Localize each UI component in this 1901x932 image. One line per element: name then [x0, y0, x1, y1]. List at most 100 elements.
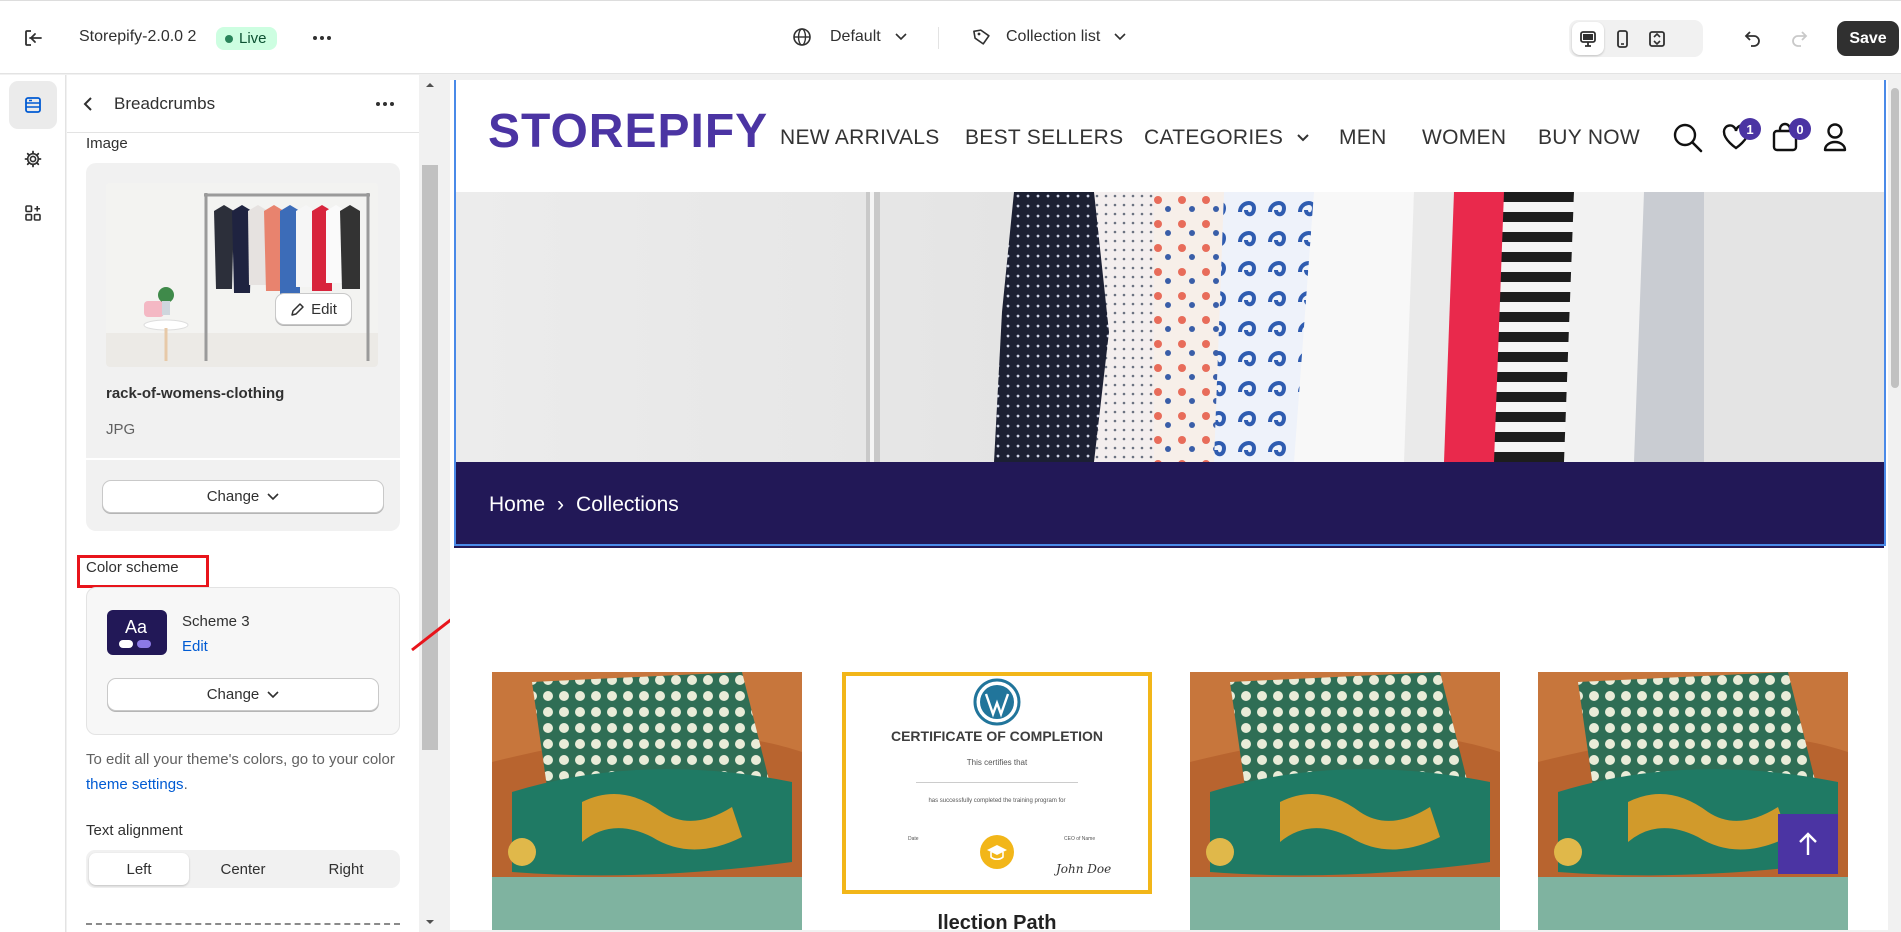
swatch-pill-purple	[137, 640, 151, 648]
topbar-divider	[938, 27, 939, 49]
text-alignment-group: Left Center Right	[86, 850, 400, 888]
apps-icon	[25, 205, 41, 221]
scheme-change-button[interactable]: Change	[107, 678, 379, 711]
globe-icon	[793, 28, 811, 46]
image-thumbnail[interactable]	[106, 183, 378, 367]
help-text-end: .	[183, 776, 188, 793]
certificate-title: CERTIFICATE OF COMPLETION	[890, 728, 1104, 744]
collection-card-4-image[interactable]	[1538, 672, 1848, 930]
swatch-pill-white	[119, 640, 133, 648]
image-picker-card: Edit rack-of-womens-clothing JPG Change	[86, 163, 400, 531]
certificate-date-label: Date	[908, 836, 919, 842]
panel-more-button[interactable]	[375, 101, 395, 107]
account-user-icon[interactable]	[1822, 122, 1848, 152]
left-rail	[0, 75, 66, 932]
color-scheme-card: Aa Scheme 3 Edit Change	[86, 587, 400, 735]
align-center-label: Center	[220, 860, 266, 878]
preview-scrollbar-thumb[interactable]	[1891, 88, 1899, 388]
align-right-label: Right	[328, 860, 364, 878]
preview-scrollbar[interactable]	[1888, 80, 1901, 932]
scheme-swatch-text: Aa	[125, 617, 148, 637]
image-edit-button[interactable]: Edit	[275, 293, 352, 325]
help-text: To edit all your theme's colors, go to y…	[86, 751, 395, 768]
collection-card-1-image[interactable]	[492, 672, 802, 930]
image-card-divider	[86, 458, 400, 460]
live-dot-icon	[225, 34, 233, 43]
nav-new-arrivals[interactable]: NEW ARRIVALS	[780, 126, 940, 150]
store-name: Storepify-2.0.0 2	[79, 28, 197, 45]
scroll-to-top-button[interactable]	[1778, 814, 1838, 874]
image-change-button[interactable]: Change	[102, 480, 384, 513]
section-divider	[86, 923, 400, 925]
nav-buy-now[interactable]: BUY NOW	[1538, 126, 1640, 150]
certificate-line-1: This certifies that	[966, 758, 1028, 767]
store-header: STOREPIFY NEW ARRIVALS BEST SELLERS CATE…	[450, 80, 1890, 192]
collection-card-2-image[interactable]: CERTIFICATE OF COMPLETION This certifies…	[842, 672, 1152, 894]
panel-scrollbar-thumb[interactable]	[422, 165, 438, 750]
scroll-up-arrow-icon	[426, 83, 434, 87]
panel-header: Breadcrumbs	[67, 75, 419, 133]
save-button[interactable]: Save	[1837, 21, 1899, 56]
more-horizontal-icon	[376, 102, 394, 106]
nav-women[interactable]: WOMEN	[1422, 126, 1506, 150]
store-search-icon[interactable]	[1673, 123, 1703, 153]
preview-canvas: STOREPIFY NEW ARRIVALS BEST SELLERS CATE…	[450, 80, 1890, 930]
certificate-name-line	[916, 782, 1078, 783]
scheme-edit-link[interactable]: Edit	[182, 638, 208, 655]
tag-icon	[973, 29, 990, 45]
arrow-up-icon	[1799, 832, 1817, 855]
template-select[interactable]: Collection list	[972, 27, 1126, 47]
template-select-label: Collection list	[1006, 28, 1101, 45]
redo-icon	[1792, 31, 1808, 47]
desktop-view-button[interactable]	[1572, 22, 1604, 55]
theme-settings-link[interactable]: theme settings	[86, 776, 184, 793]
chevron-down-icon	[895, 33, 907, 41]
scroll-down-arrow-icon	[426, 920, 434, 924]
panel-title: Breadcrumbs	[114, 94, 216, 113]
hero-banner-image	[454, 192, 1884, 462]
certificate-role-label: CEO of Name	[1064, 836, 1096, 842]
sections-nav-button[interactable]	[9, 81, 57, 129]
back-button[interactable]	[83, 96, 93, 112]
panel-scrollbar[interactable]	[420, 75, 440, 932]
chevron-left-icon	[83, 97, 92, 111]
nav-categories[interactable]: CATEGORIES	[1144, 126, 1309, 150]
scheme-swatch[interactable]: Aa	[107, 610, 167, 655]
store-logo[interactable]: STOREPIFY	[488, 104, 768, 159]
wordpress-logo-icon	[973, 678, 1021, 726]
expand-icon	[1649, 30, 1665, 47]
align-right-option[interactable]: Right	[296, 853, 396, 885]
align-left-option[interactable]: Left	[89, 853, 189, 885]
apps-nav-button[interactable]	[9, 189, 57, 237]
graduation-seal-icon	[980, 835, 1014, 869]
image-label: Image	[86, 135, 128, 152]
breadcrumb-home-link[interactable]: Home	[489, 493, 545, 517]
cart-count-badge: 0	[1789, 118, 1811, 140]
color-help-text: To edit all your theme's colors, go to y…	[86, 747, 396, 797]
breadcrumb-current: Collections	[576, 493, 679, 516]
fullscreen-view-button[interactable]	[1641, 22, 1673, 55]
mobile-view-button[interactable]	[1606, 22, 1638, 55]
breadcrumb: Home › Collections	[454, 462, 1884, 548]
nav-men[interactable]: MEN	[1339, 126, 1387, 150]
collection-card-2-title[interactable]: llection Path	[842, 912, 1152, 930]
chevron-down-icon	[1297, 134, 1309, 142]
sections-icon	[25, 97, 41, 113]
align-center-option[interactable]: Center	[193, 853, 293, 885]
pencil-icon	[291, 302, 304, 316]
device-select[interactable]: Default	[792, 27, 907, 47]
nav-best-sellers[interactable]: BEST SELLERS	[965, 126, 1123, 150]
image-filetype: JPG	[106, 421, 136, 438]
redo-button[interactable]	[1789, 28, 1809, 48]
more-actions-button[interactable]	[312, 35, 332, 41]
exit-icon[interactable]	[22, 27, 44, 49]
gear-icon	[24, 150, 42, 168]
theme-settings-nav-button[interactable]	[9, 135, 57, 183]
view-mode-group	[1569, 20, 1703, 57]
collection-card-3-image[interactable]	[1190, 672, 1500, 930]
undo-button[interactable]	[1743, 28, 1763, 48]
breadcrumb-separator: ›	[557, 493, 565, 516]
desktop-icon	[1580, 30, 1596, 47]
nav-categories-label: CATEGORIES	[1144, 126, 1284, 149]
mobile-icon	[1617, 29, 1628, 48]
